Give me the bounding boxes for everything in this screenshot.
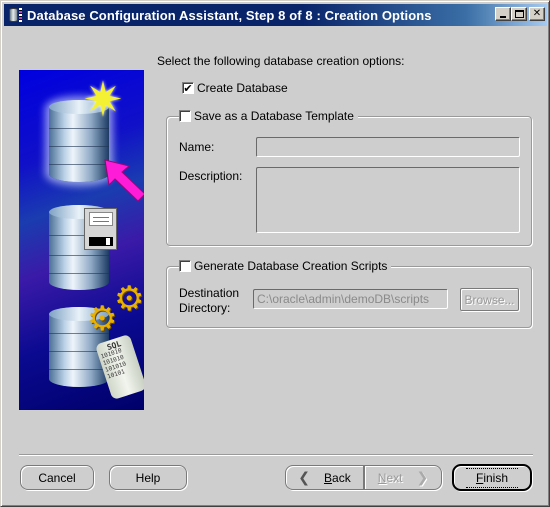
checkmark-icon: ✔: [183, 81, 193, 95]
browse-button[interactable]: Browse...: [460, 288, 519, 311]
back-label: Back: [324, 470, 351, 485]
maximize-button[interactable]: [511, 7, 527, 21]
finish-label: Finish: [465, 467, 519, 488]
destination-directory-label: Destination Directory:: [179, 286, 240, 315]
chevron-right-icon: ❯: [416, 469, 429, 486]
template-description-input[interactable]: [256, 167, 520, 233]
wizard-illustration: ✷ ⚙ ⚙ SQL 101010 101010 101010 10101: [19, 70, 144, 410]
back-button[interactable]: ❮ Back: [285, 465, 364, 490]
gear-icon: ⚙: [114, 279, 144, 319]
next-button[interactable]: Next ❯: [364, 465, 442, 490]
footer-separator: [19, 454, 533, 456]
create-database-label: Create Database: [197, 81, 288, 95]
gear-icon: ⚙: [87, 299, 118, 339]
save-template-label: Save as a Database Template: [194, 109, 354, 123]
finish-button[interactable]: Finish: [452, 464, 532, 491]
pink-arrow-icon: [104, 159, 144, 202]
sql-scroll-icon: SQL 101010 101010 101010 10101: [94, 333, 144, 401]
minimize-button[interactable]: [495, 7, 511, 21]
create-database-option[interactable]: ✔ Create Database: [182, 81, 288, 95]
next-label: Next: [377, 470, 403, 485]
intro-text: Select the following database creation o…: [157, 54, 405, 68]
dialog-window: Database Configuration Assistant, Step 8…: [0, 0, 550, 507]
save-template-option[interactable]: Save as a Database Template: [179, 109, 358, 123]
database-app-icon[interactable]: [7, 7, 23, 23]
cancel-button[interactable]: Cancel: [20, 465, 94, 490]
close-button[interactable]: ✕: [529, 7, 545, 21]
save-template-checkbox[interactable]: [179, 110, 191, 122]
create-database-checkbox[interactable]: ✔: [182, 82, 194, 94]
generate-scripts-label: Generate Database Creation Scripts: [194, 259, 388, 273]
window-title: Database Configuration Assistant, Step 8…: [27, 7, 432, 23]
sparkle-star-icon: ✷: [82, 72, 124, 128]
help-button[interactable]: Help: [109, 465, 187, 490]
template-name-label: Name:: [179, 140, 215, 154]
template-name-input[interactable]: [256, 137, 520, 157]
destination-directory-input[interactable]: [253, 289, 448, 309]
window-controls: ✕: [495, 7, 545, 21]
chevron-left-icon: ❮: [298, 469, 311, 486]
template-description-label: Description:: [179, 169, 243, 183]
maximize-icon: [514, 10, 524, 18]
generate-scripts-checkbox[interactable]: [179, 260, 191, 272]
generate-scripts-option[interactable]: Generate Database Creation Scripts: [179, 259, 392, 273]
close-icon: ✕: [532, 8, 542, 19]
minimize-icon: [500, 16, 506, 18]
floppy-disk-icon: [84, 208, 117, 250]
title-bar[interactable]: Database Configuration Assistant, Step 8…: [4, 4, 547, 26]
